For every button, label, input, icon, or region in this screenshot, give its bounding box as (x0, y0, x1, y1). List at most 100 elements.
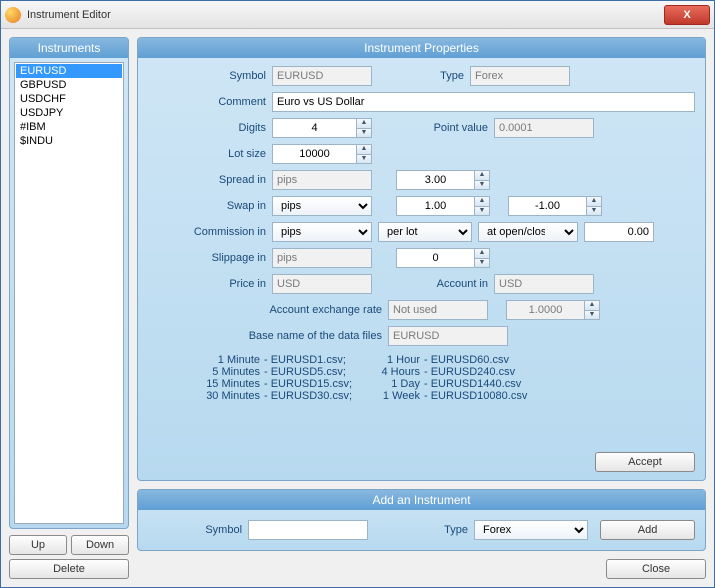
file-period-label: 1 Hour (374, 354, 424, 366)
base-name-field (388, 326, 508, 346)
up-arrow-icon[interactable]: ▲ (475, 197, 489, 207)
instrument-list[interactable]: EURUSDGBPUSDUSDCHFUSDJPY#IBM$INDU (14, 62, 124, 524)
point-value-field (494, 118, 594, 138)
spread-input[interactable] (396, 170, 474, 190)
swap-unit-select[interactable]: pips (272, 196, 372, 216)
down-arrow-icon[interactable]: ▼ (475, 181, 489, 190)
label-comment: Comment (148, 96, 266, 108)
instrument-item[interactable]: USDJPY (16, 106, 122, 120)
commission-per-select[interactable]: per lot (378, 222, 472, 242)
file-name-label: - EURUSD240.csv (424, 366, 554, 378)
file-name-label: - EURUSD5.csv; (264, 366, 374, 378)
down-arrow-icon[interactable]: ▼ (587, 207, 601, 216)
down-arrow-icon[interactable]: ▼ (357, 155, 371, 164)
ex-rate-stepper: ▲▼ (506, 300, 600, 320)
lot-size-stepper[interactable]: ▲▼ (272, 144, 372, 164)
add-type-select[interactable]: Forex (474, 520, 588, 540)
down-arrow-icon: ▼ (585, 311, 599, 320)
commission-value-input[interactable] (584, 222, 654, 242)
down-arrow-icon[interactable]: ▼ (475, 207, 489, 216)
add-panel: Add an Instrument Symbol Type Forex Add (137, 489, 706, 551)
commission-unit-select[interactable]: pips (272, 222, 372, 242)
properties-panel: Instrument Properties Symbol Type Commen… (137, 37, 706, 481)
commission-when-select[interactable]: at open/close (478, 222, 578, 242)
digits-stepper[interactable]: ▲▼ (272, 118, 372, 138)
instrument-item[interactable]: GBPUSD (16, 78, 122, 92)
add-label-type: Type (374, 524, 468, 536)
delete-button[interactable]: Delete (9, 559, 129, 579)
label-spread-in: Spread in (148, 174, 266, 186)
instrument-item[interactable]: #IBM (16, 120, 122, 134)
file-name-label: - EURUSD15.csv; (264, 378, 374, 390)
down-arrow-icon[interactable]: ▼ (475, 259, 489, 268)
add-button[interactable]: Add (600, 520, 695, 540)
label-digits: Digits (148, 122, 266, 134)
lot-size-input[interactable] (272, 144, 356, 164)
slippage-input[interactable] (396, 248, 474, 268)
up-arrow-icon[interactable]: ▲ (475, 249, 489, 259)
label-lot-size: Lot size (148, 148, 266, 160)
label-slippage-in: Slippage in (148, 252, 266, 264)
label-swap-in: Swap in (148, 200, 266, 212)
add-header: Add an Instrument (138, 490, 705, 510)
type-field (470, 66, 570, 86)
spread-unit-field (272, 170, 372, 190)
instruments-header: Instruments (10, 38, 128, 58)
file-period-label: 30 Minutes (198, 390, 264, 402)
slippage-unit-field (272, 248, 372, 268)
file-period-label: 1 Day (374, 378, 424, 390)
ex-rate-mode-field (388, 300, 488, 320)
close-button[interactable]: Close (606, 559, 706, 579)
down-arrow-icon[interactable]: ▼ (357, 129, 371, 138)
instrument-item[interactable]: $INDU (16, 134, 122, 148)
symbol-field (272, 66, 372, 86)
up-arrow-icon[interactable]: ▲ (587, 197, 601, 207)
file-period-label: 1 Week (374, 390, 424, 402)
file-name-label: - EURUSD1440.csv (424, 378, 554, 390)
instrument-item[interactable]: USDCHF (16, 92, 122, 106)
account-in-field (494, 274, 594, 294)
window: Instrument Editor X Instruments EURUSDGB… (0, 0, 715, 588)
spread-stepper[interactable]: ▲▼ (396, 170, 490, 190)
digits-input[interactable] (272, 118, 356, 138)
add-symbol-input[interactable] (248, 520, 368, 540)
instrument-item[interactable]: EURUSD (16, 64, 122, 78)
up-button[interactable]: Up (9, 535, 67, 555)
right-column: Instrument Properties Symbol Type Commen… (137, 37, 706, 579)
instruments-panel: Instruments EURUSDGBPUSDUSDCHFUSDJPY#IBM… (9, 37, 129, 529)
label-price-in: Price in (148, 278, 266, 290)
label-type: Type (378, 70, 464, 82)
price-in-field (272, 274, 372, 294)
down-button[interactable]: Down (71, 535, 129, 555)
app-icon (5, 7, 21, 23)
content: Instruments EURUSDGBPUSDUSDCHFUSDJPY#IBM… (1, 29, 714, 587)
file-period-label: 4 Hours (374, 366, 424, 378)
up-arrow-icon[interactable]: ▲ (475, 171, 489, 181)
properties-body: Symbol Type Comment Digits ▲▼ (138, 58, 705, 452)
label-point-value: Point value (378, 122, 488, 134)
file-period-label: 1 Minute (198, 354, 264, 366)
up-arrow-icon: ▲ (585, 301, 599, 311)
window-close-button[interactable]: X (664, 5, 710, 25)
file-name-label: - EURUSD60.csv (424, 354, 554, 366)
swap-short-input[interactable] (508, 196, 586, 216)
swap-short-stepper[interactable]: ▲▼ (508, 196, 602, 216)
file-name-label: - EURUSD10080.csv (424, 390, 554, 402)
left-buttons: Up Down Delete (9, 535, 129, 579)
swap-long-stepper[interactable]: ▲▼ (396, 196, 490, 216)
swap-long-input[interactable] (396, 196, 474, 216)
label-account-in: Account in (378, 278, 488, 290)
up-arrow-icon[interactable]: ▲ (357, 119, 371, 129)
label-commission-in: Commission in (148, 226, 266, 238)
accept-button[interactable]: Accept (595, 452, 695, 472)
left-column: Instruments EURUSDGBPUSDUSDCHFUSDJPY#IBM… (9, 37, 129, 579)
file-period-label: 5 Minutes (198, 366, 264, 378)
slippage-stepper[interactable]: ▲▼ (396, 248, 490, 268)
file-name-label: - EURUSD1.csv; (264, 354, 374, 366)
comment-input[interactable] (272, 92, 695, 112)
file-period-label: 15 Minutes (198, 378, 264, 390)
data-file-list: 1 Minute- EURUSD1.csv;1 Hour- EURUSD60.c… (198, 354, 695, 402)
add-label-symbol: Symbol (148, 524, 242, 536)
label-symbol: Symbol (148, 70, 266, 82)
up-arrow-icon[interactable]: ▲ (357, 145, 371, 155)
